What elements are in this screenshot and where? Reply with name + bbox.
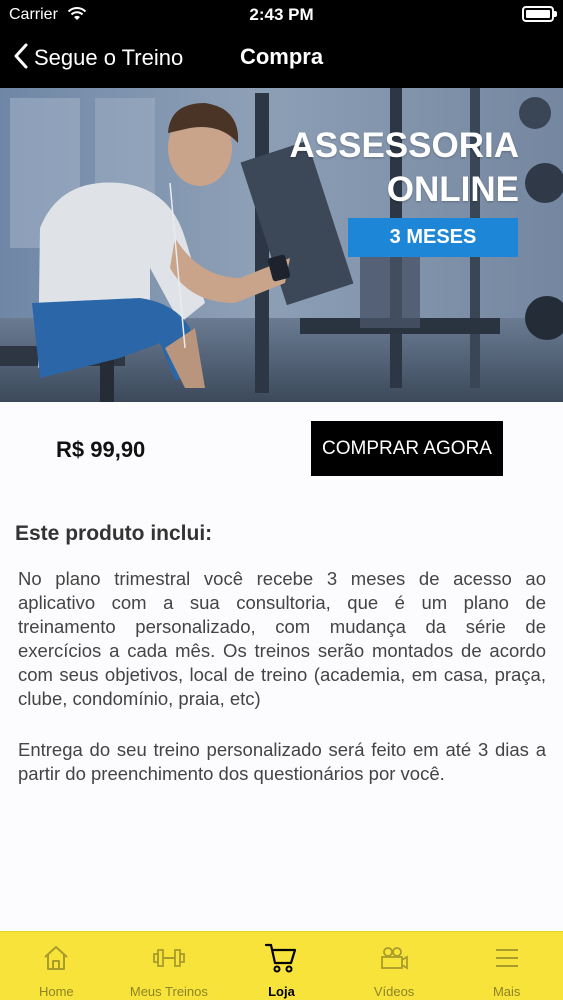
includes-heading: Este produto inclui: — [15, 522, 213, 545]
battery-icon — [522, 6, 557, 22]
buy-now-button[interactable]: COMPRAR AGORA — [311, 421, 503, 476]
tab-label: Mais — [492, 984, 521, 999]
duration-badge: 3 MESES — [348, 218, 518, 257]
hero-title: ASSESSORIA ONLINE — [290, 124, 520, 212]
tab-videos[interactable]: Vídeos — [338, 932, 451, 1000]
tab-bar: Home Meus Treinos Loja Vídeos Mais — [0, 931, 563, 1000]
tab-label: Home — [38, 984, 74, 999]
tab-label: Vídeos — [373, 984, 415, 999]
tab-label: Loja — [268, 984, 295, 999]
description-paragraph: No plano trimestral você recebe 3 meses … — [18, 568, 546, 709]
tab-meus-treinos[interactable]: Meus Treinos — [113, 932, 226, 1000]
hero-banner: ASSESSORIA ONLINE 3 MESES — [0, 88, 563, 402]
status-time: 2:43 PM — [249, 5, 314, 24]
tab-mais[interactable]: Mais — [450, 932, 563, 1000]
tab-home[interactable]: Home — [0, 932, 113, 1000]
price-label: R$ 99,90 — [56, 437, 146, 462]
tab-label: Meus Treinos — [129, 984, 208, 999]
navigation-bar: Segue o Treino Compra — [0, 30, 563, 88]
description-paragraph: Entrega do seu treino personalizado será… — [18, 739, 546, 784]
tab-loja[interactable]: Loja — [225, 932, 338, 1000]
page-title: Compra — [239, 44, 324, 69]
dumbbell-icon — [152, 944, 186, 977]
status-bar: Carrier 2:43 PM — [0, 0, 563, 30]
hero-title-line2: ONLINE — [386, 170, 519, 209]
video-camera-icon — [379, 944, 409, 977]
home-icon — [42, 944, 70, 977]
cart-icon — [264, 943, 298, 979]
menu-icon — [494, 944, 520, 977]
hero-title-line1: ASSESSORIA — [289, 126, 520, 165]
